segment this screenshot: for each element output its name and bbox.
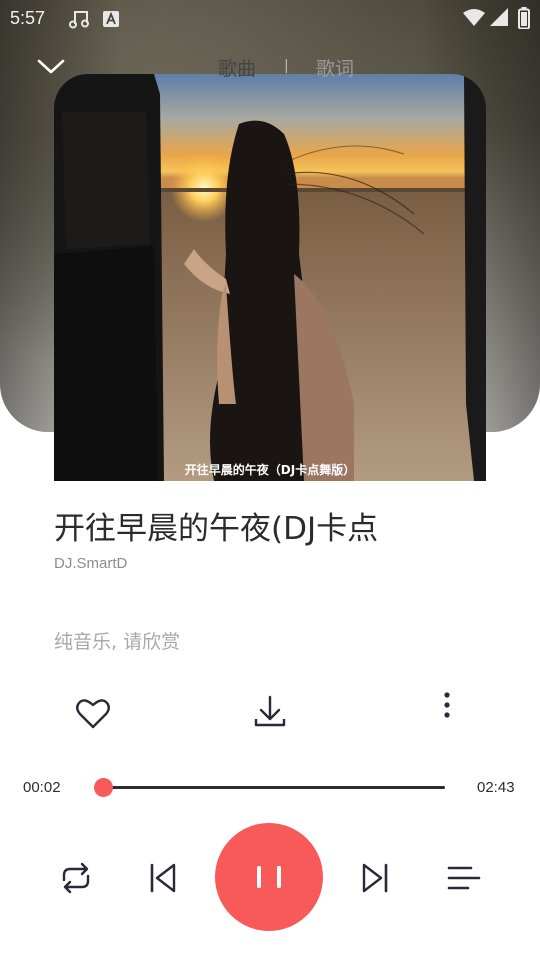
tab-song[interactable]: 歌曲 [218, 54, 256, 81]
tab-lyrics[interactable]: 歌词 [316, 54, 354, 81]
previous-button[interactable] [146, 858, 180, 898]
status-time: 5:57 [10, 8, 46, 28]
pause-icon [257, 866, 281, 888]
skip-previous-icon [150, 863, 176, 893]
battery-icon [518, 7, 530, 34]
more-button[interactable] [434, 690, 460, 722]
repeat-button[interactable] [56, 858, 96, 898]
download-button[interactable] [252, 692, 288, 732]
status-bar: 5:57 [0, 0, 540, 36]
signal-icon [490, 8, 508, 31]
playlist-button[interactable] [446, 860, 482, 896]
music-note-icon [68, 8, 90, 35]
play-pause-button[interactable] [215, 823, 323, 931]
more-vertical-icon [444, 692, 450, 718]
tab-divider: | [284, 58, 289, 74]
album-artwork: 开往早晨的午夜（DJ卡点舞版） [54, 74, 486, 481]
skip-next-icon [362, 863, 388, 893]
progress-bar[interactable] [94, 778, 445, 797]
like-button[interactable] [74, 694, 112, 732]
wifi-icon [463, 9, 485, 32]
playlist-icon [447, 866, 481, 890]
current-lyric: 纯音乐, 请欣赏 [54, 631, 181, 653]
total-time: 02:43 [477, 779, 515, 796]
progress-thumb[interactable] [94, 778, 114, 797]
download-icon [254, 695, 286, 727]
repeat-icon [62, 862, 90, 894]
heart-icon [76, 699, 110, 729]
next-button[interactable] [358, 858, 392, 898]
current-time: 00:02 [23, 779, 61, 796]
song-artist[interactable]: DJ.SmartD [54, 555, 127, 572]
tab-bar: 歌曲 | 歌词 [0, 54, 540, 82]
artwork-caption: 开往早晨的午夜（DJ卡点舞版） [185, 462, 355, 477]
song-title: 开往早晨的午夜(DJ卡点 [54, 511, 379, 547]
a-icon [103, 11, 119, 32]
